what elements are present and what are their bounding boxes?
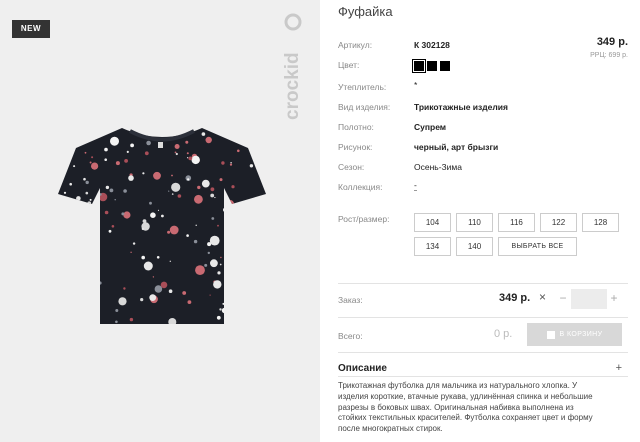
description-line: стойких текстильных красителей. Футболка… bbox=[338, 413, 593, 423]
size-option[interactable]: 140 bbox=[456, 237, 493, 256]
insulation-label: Утеплитель: bbox=[338, 82, 387, 92]
multiply-sign: × bbox=[539, 290, 547, 304]
description-toggle-icon[interactable]: + bbox=[616, 362, 622, 374]
add-to-cart-button[interactable]: В КОРЗИНУ bbox=[527, 323, 622, 346]
cart-icon bbox=[546, 330, 555, 339]
season-label: Сезон: bbox=[338, 162, 365, 172]
total-price: 0 р. bbox=[494, 328, 513, 340]
order-label: Заказ: bbox=[338, 295, 363, 305]
product-title: Фуфайка bbox=[338, 4, 393, 19]
order-price: 349 р. bbox=[499, 292, 531, 304]
new-badge: NEW bbox=[12, 20, 50, 38]
product-image[interactable] bbox=[52, 118, 272, 334]
color-label: Цвет: bbox=[338, 60, 360, 70]
color-swatch[interactable] bbox=[427, 61, 437, 71]
qty-input[interactable] bbox=[571, 289, 607, 309]
article-label: Артикул: bbox=[338, 40, 373, 50]
pattern-label: Рисунок: bbox=[338, 142, 373, 152]
description-line: разрезы в боковых швах. Оригинальная наб… bbox=[338, 402, 574, 412]
color-swatch[interactable] bbox=[440, 61, 450, 71]
collection-value[interactable]: - bbox=[414, 180, 417, 191]
description-header[interactable]: Описание bbox=[338, 363, 387, 374]
fabric-value: Супрем bbox=[414, 122, 447, 132]
color-swatch[interactable] bbox=[412, 59, 426, 73]
size-option[interactable]: 104 bbox=[414, 213, 451, 232]
divider bbox=[338, 376, 628, 377]
collection-label: Коллекция: bbox=[338, 182, 383, 192]
description-text: Трикотажная футболка для мальчика из нат… bbox=[338, 381, 620, 435]
rrc-price: РРЦ: 699 р. bbox=[590, 52, 628, 59]
product-details: Фуфайка Артикул: К 302128 349 р. РРЦ: 69… bbox=[338, 0, 628, 442]
select-all-sizes-button[interactable]: ВЫБРАТЬ ВСЕ bbox=[498, 237, 577, 256]
product-gallery[interactable]: NEW crockid bbox=[0, 0, 320, 442]
article-value: К 302128 bbox=[414, 40, 450, 50]
size-label: Рост/размер: bbox=[338, 214, 390, 224]
size-option[interactable]: 122 bbox=[540, 213, 577, 232]
season-value: Осень-Зима bbox=[414, 162, 462, 172]
total-label: Всего: bbox=[338, 331, 363, 341]
size-options: 104 110 116 122 128 134 140 ВЫБРАТЬ ВСЕ bbox=[414, 213, 626, 256]
divider bbox=[338, 283, 628, 284]
size-option[interactable]: 134 bbox=[414, 237, 451, 256]
add-to-cart-label: В КОРЗИНУ bbox=[559, 331, 603, 338]
size-option[interactable]: 128 bbox=[582, 213, 619, 232]
color-swatches bbox=[412, 59, 450, 73]
size-option[interactable]: 110 bbox=[456, 213, 493, 232]
kind-value: Трикотажные изделия bbox=[414, 102, 508, 112]
description-line: изделия короткие, втачные рукава, удлинё… bbox=[338, 391, 593, 401]
brand-logo: crockid bbox=[282, 13, 303, 120]
product-price: 349 р. bbox=[596, 36, 628, 48]
size-option[interactable]: 116 bbox=[498, 213, 535, 232]
divider bbox=[338, 317, 628, 318]
qty-decrease-button[interactable]: − bbox=[557, 291, 569, 305]
divider bbox=[338, 352, 628, 353]
kind-label: Вид изделия: bbox=[338, 102, 391, 112]
pattern-value: черный, арт брызги bbox=[414, 142, 499, 152]
fabric-label: Полотно: bbox=[338, 122, 374, 132]
description-line: после многократных стирок. bbox=[338, 424, 443, 434]
brand-logo-text: crockid bbox=[282, 52, 303, 120]
qty-increase-button[interactable]: + bbox=[608, 291, 620, 305]
description-line: Трикотажная футболка для мальчика из нат… bbox=[338, 381, 578, 390]
insulation-value: * bbox=[414, 80, 418, 90]
